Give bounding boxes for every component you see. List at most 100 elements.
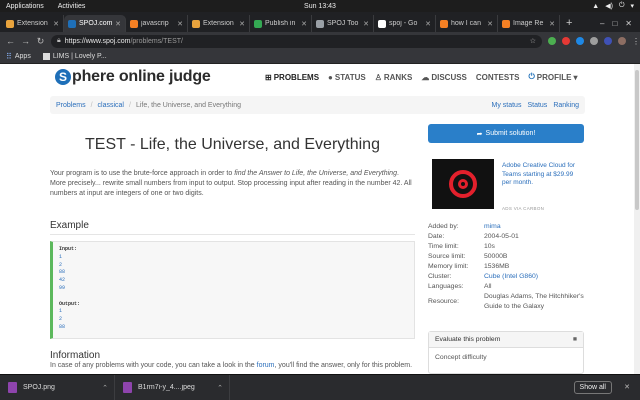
chevron-up-icon[interactable]: ⌃ xyxy=(102,384,114,392)
meta-row: Added by: mima xyxy=(428,222,586,232)
nav-profile[interactable]: ⏻ PROFILE ▾ xyxy=(528,72,577,82)
download-item[interactable]: B1rm7i-y_4....jpeg ⌃ xyxy=(115,374,230,400)
tab-title: how I can xyxy=(451,20,481,27)
meta-key: Source limit: xyxy=(428,253,466,260)
meta-value: 50000B xyxy=(484,253,508,260)
meta-value[interactable]: Cube (Intel G860) xyxy=(484,272,586,282)
close-window-icon[interactable]: ✕ xyxy=(625,15,632,32)
forward-icon[interactable]: → xyxy=(21,36,30,46)
extension-icon[interactable] xyxy=(604,37,612,45)
code-line: 42 xyxy=(59,277,66,284)
network-icon[interactable]: ▲ xyxy=(592,3,599,10)
description-text: Your program is to use the brute-force a… xyxy=(50,170,235,177)
tab-close-icon[interactable]: ✕ xyxy=(115,20,121,28)
evaluate-panel: Evaluate this problem ■ Concept difficul… xyxy=(428,331,584,374)
applications-menu[interactable]: Applications xyxy=(6,3,44,10)
power-icon[interactable]: ⏻ xyxy=(619,2,625,10)
tab-close-icon[interactable]: ✕ xyxy=(239,20,245,28)
browser-tab[interactable]: SPOJ.com ✕ xyxy=(64,15,126,32)
address-bar[interactable]: 🔒︎ https://www.spoj.com/problems/TEST/ ☆ xyxy=(50,34,542,48)
back-icon[interactable]: ← xyxy=(6,36,15,46)
tab-close-icon[interactable]: ✕ xyxy=(425,20,431,28)
nav-discuss[interactable]: ☁ DISCUSS xyxy=(421,72,467,82)
meta-key: Resource: xyxy=(428,298,459,305)
download-filename: SPOJ.png xyxy=(23,384,55,391)
code-line: 1 xyxy=(59,308,63,315)
lock-icon[interactable]: 🔒︎ xyxy=(57,37,61,45)
forum-link[interactable]: forum xyxy=(257,362,275,369)
url-host: https://www.spoj.com xyxy=(64,37,131,45)
extension-icon[interactable] xyxy=(590,37,598,45)
status-link[interactable]: Status xyxy=(527,102,547,109)
browser-tab[interactable]: Extension ✕ xyxy=(2,15,64,32)
breadcrumb-classical[interactable]: classical xyxy=(98,102,124,109)
download-item[interactable]: SPOJ.png ⌃ xyxy=(0,374,115,400)
tab-title: Image Re xyxy=(513,20,544,27)
volume-icon[interactable]: ◀) xyxy=(605,2,613,10)
profile-avatar[interactable] xyxy=(618,37,626,45)
nav-label: STATUS xyxy=(334,72,366,82)
tab-close-icon[interactable]: ✕ xyxy=(363,20,369,28)
browser-tab[interactable]: javascrip ✕ xyxy=(126,15,188,32)
activities-button[interactable]: Activities xyxy=(58,3,86,10)
chevron-down-icon[interactable]: ▾ xyxy=(630,2,634,10)
scrollbar-thumb[interactable] xyxy=(635,70,639,210)
tab-close-icon[interactable]: ✕ xyxy=(487,20,493,28)
adobe-creative-cloud-logo[interactable] xyxy=(432,159,494,209)
menu-kebab-icon[interactable]: ⋮ xyxy=(632,37,640,46)
bookmark-star-icon[interactable]: ☆ xyxy=(530,37,536,45)
nav-label: CONTESTS xyxy=(475,72,520,82)
browser-tab[interactable]: SPOJ Too ✕ xyxy=(312,15,374,32)
bookmark-apps[interactable]: ⠿ Apps xyxy=(6,52,31,61)
information-heading: Information xyxy=(50,350,101,361)
meta-key: Memory limit: xyxy=(428,263,469,270)
tab-title: spoj - Go xyxy=(389,20,418,27)
site-logo[interactable]: S phere online judge xyxy=(55,68,211,86)
ads-via-carbon[interactable]: ADS VIA CARBON xyxy=(502,206,544,211)
browser-tab[interactable]: Publish in ✕ xyxy=(250,15,312,32)
tab-favicon-icon xyxy=(440,19,448,28)
tab-favicon-icon xyxy=(6,19,14,28)
breadcrumb-problems[interactable]: Problems xyxy=(56,102,86,109)
ad-text[interactable]: Adobe Creative Cloud for Teams starting … xyxy=(502,162,582,188)
nav-problems[interactable]: ⊞ PROBLEMS xyxy=(265,72,319,82)
minimize-icon[interactable]: – xyxy=(600,15,604,32)
nav-contests[interactable]: CONTESTS xyxy=(476,72,520,82)
tab-close-icon[interactable]: ✕ xyxy=(177,20,183,28)
chevron-up-icon[interactable]: ⌃ xyxy=(217,384,229,392)
meta-row: Cluster: Cube (Intel G860) xyxy=(428,272,586,282)
new-tab-button[interactable]: + xyxy=(560,15,578,32)
tab-favicon-icon xyxy=(254,19,262,28)
tab-favicon-icon xyxy=(378,19,386,28)
tab-close-icon[interactable]: ✕ xyxy=(53,20,59,28)
system-clock[interactable]: Sun 13:43 xyxy=(0,3,640,10)
extension-icon[interactable] xyxy=(576,37,584,45)
browser-tab[interactable]: Extension ✕ xyxy=(188,15,250,32)
my-status-link[interactable]: My status xyxy=(492,102,522,109)
reload-icon[interactable]: ↻ xyxy=(36,36,45,47)
show-all-button[interactable]: Show all xyxy=(573,381,612,394)
meta-value[interactable]: mima xyxy=(484,222,586,232)
page-scrollbar[interactable] xyxy=(634,64,640,374)
meta-row: Languages: All xyxy=(428,282,586,292)
nav-status[interactable]: ● STATUS xyxy=(328,72,366,82)
breadcrumb-current: Life, the Universe, and Everything xyxy=(135,101,241,109)
code-line: 99 xyxy=(59,284,66,291)
extension-icon[interactable] xyxy=(548,37,556,45)
information-text: In case of any problems with your code, … xyxy=(50,362,415,369)
submit-solution-button[interactable]: ➦ Submit solution! xyxy=(428,124,584,143)
tab-close-icon[interactable]: ✕ xyxy=(549,20,555,28)
trophy-icon: ♙ xyxy=(374,72,382,82)
browser-tab[interactable]: how I can ✕ xyxy=(436,15,498,32)
bookmark-icon[interactable]: ■ xyxy=(573,336,577,343)
bookmark-lims[interactable]: LIMS | Lovely P... xyxy=(42,53,107,60)
maximize-icon[interactable]: □ xyxy=(612,15,617,32)
browser-tab[interactable]: Image Re ✕ xyxy=(498,15,560,32)
tab-close-icon[interactable]: ✕ xyxy=(301,20,307,28)
nav-ranks[interactable]: ♙ RANKS xyxy=(375,72,413,82)
close-icon[interactable]: ✕ xyxy=(624,383,630,391)
carbon-ad[interactable]: Adobe Creative Cloud for Teams starting … xyxy=(432,159,582,215)
browser-tab[interactable]: spoj - Go ✕ xyxy=(374,15,436,32)
extension-icon[interactable] xyxy=(562,37,570,45)
ranking-link[interactable]: Ranking xyxy=(553,102,579,109)
